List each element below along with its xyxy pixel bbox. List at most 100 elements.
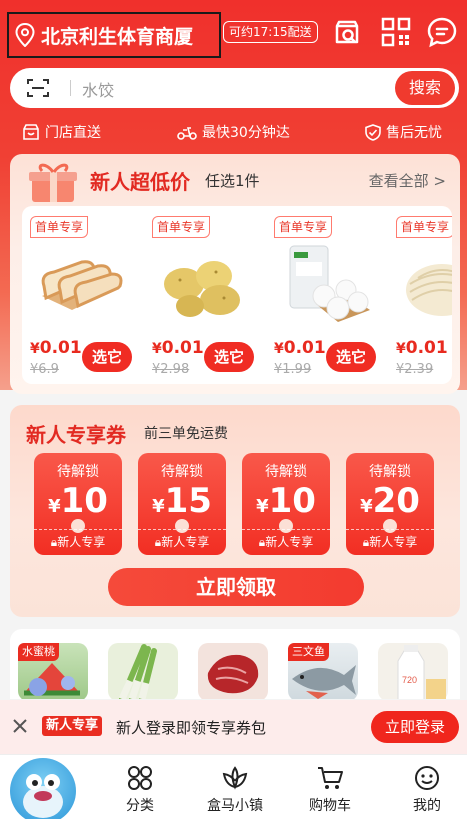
location-selector[interactable]: 北京利生体育商厦 bbox=[7, 12, 221, 58]
coupon-currency: ¥ bbox=[48, 496, 61, 517]
price-value: 0.01 bbox=[405, 338, 448, 358]
beef-image bbox=[207, 654, 259, 694]
gift-box-icon bbox=[29, 163, 77, 202]
first-order-tag: 首单专享 bbox=[274, 216, 333, 238]
category-item-scallions[interactable] bbox=[108, 643, 178, 699]
first-order-tag: 首单专享 bbox=[152, 216, 211, 238]
noodles-image bbox=[406, 264, 452, 316]
price-currency: ¥ bbox=[274, 341, 284, 357]
milk-image: 720 bbox=[397, 645, 446, 699]
coupon-card[interactable]: 待解锁 ¥20 🔒︎新人专享 bbox=[346, 453, 434, 555]
potatoes-image bbox=[164, 261, 240, 317]
coupons-subtitle: 前三单免运费 bbox=[144, 426, 228, 442]
tab-label: 我的 bbox=[413, 798, 441, 814]
tab-label: 购物车 bbox=[309, 798, 351, 814]
login-button[interactable]: 立即登录 bbox=[371, 711, 459, 743]
newbie-deals-subtitle: 任选1件 bbox=[205, 172, 260, 190]
price-currency: ¥ bbox=[152, 341, 162, 357]
tab-home-mascot[interactable] bbox=[10, 758, 76, 819]
coupon-card[interactable]: 待解锁 ¥15 🔒︎新人专享 bbox=[138, 453, 226, 555]
category-item-peach[interactable]: 水蜜桃 bbox=[18, 643, 88, 699]
coupon-label: 🔒︎新人专享 bbox=[34, 529, 122, 555]
pick-button[interactable]: 选它 bbox=[82, 342, 132, 372]
location-pin-icon bbox=[15, 23, 35, 47]
newbie-deals-card: 新人超低价 任选1件 查看全部 > 首单专享 ¥0.01 ¥6.9 选它 首单专… bbox=[10, 154, 460, 394]
coupon-label-text: 新人专享 bbox=[161, 535, 210, 549]
original-price: ¥2.39 bbox=[396, 362, 434, 377]
service-icon[interactable] bbox=[331, 16, 363, 48]
price-value: 0.01 bbox=[161, 338, 204, 358]
qr-scan-icon[interactable] bbox=[380, 16, 412, 48]
product-list: 首单专享 ¥0.01 ¥6.9 选它 首单专享 ¥0.01 ¥2.98 选它 首… bbox=[22, 206, 452, 384]
newbie-coupons-card: 新人专享券 前三单免运费 待解锁 ¥10 🔒︎新人专享 待解锁 ¥15 🔒︎新人… bbox=[10, 405, 460, 617]
tab-label: 分类 bbox=[126, 798, 154, 814]
product-card[interactable]: 首单专享 ¥0.01 ¥2.39 bbox=[388, 214, 452, 384]
coupon-status: 待解锁 bbox=[57, 464, 99, 480]
category-item-beef[interactable] bbox=[198, 643, 268, 699]
face-icon bbox=[415, 766, 439, 790]
view-all-link[interactable]: 查看全部 > bbox=[369, 170, 446, 191]
category-item-milk[interactable]: 720 bbox=[378, 643, 448, 699]
first-order-tag: 首单专享 bbox=[396, 216, 452, 238]
category-item-salmon[interactable]: 三文鱼 bbox=[288, 643, 358, 699]
claim-coupons-button[interactable]: 立即领取 bbox=[108, 568, 364, 606]
shield-check-icon bbox=[365, 123, 381, 141]
pick-button[interactable]: 选它 bbox=[204, 342, 254, 372]
coupon-value: 10 bbox=[268, 481, 316, 521]
product-card[interactable]: 首单专享 ¥0.01 ¥1.99 选它 bbox=[266, 214, 384, 384]
product-card[interactable]: 首单专享 ¥0.01 ¥6.9 选它 bbox=[22, 214, 140, 384]
coupon-currency: ¥ bbox=[256, 496, 269, 517]
product-card[interactable]: 首单专享 ¥0.01 ¥2.98 选它 bbox=[144, 214, 262, 384]
coupon-label-text: 新人专享 bbox=[369, 535, 418, 549]
tab-hema-town[interactable]: 盒马小镇 bbox=[200, 765, 270, 815]
search-placeholder[interactable]: 水饺 bbox=[82, 77, 114, 101]
coupon-value: 20 bbox=[372, 481, 420, 521]
coupon-currency: ¥ bbox=[360, 496, 373, 517]
coupon-value: 10 bbox=[60, 481, 108, 521]
close-icon[interactable] bbox=[10, 716, 30, 736]
category-icon bbox=[128, 766, 152, 790]
price-value: 0.01 bbox=[39, 338, 82, 358]
guarantee-label: 售后无忧 bbox=[386, 125, 442, 141]
coupon-status: 待解锁 bbox=[369, 464, 411, 480]
mascot-avatar-icon bbox=[23, 774, 63, 818]
tab-label: 盒马小镇 bbox=[207, 798, 263, 814]
tab-mine[interactable]: 我的 bbox=[392, 765, 462, 815]
coupon-currency: ¥ bbox=[152, 496, 165, 517]
coupon-value: 15 bbox=[164, 481, 212, 521]
store-icon bbox=[23, 124, 39, 140]
scan-icon[interactable] bbox=[26, 77, 50, 99]
product-price: ¥0.01 bbox=[396, 338, 448, 358]
message-icon[interactable] bbox=[426, 16, 458, 48]
cart-icon bbox=[318, 767, 343, 789]
first-order-tag: 首单专享 bbox=[30, 216, 89, 238]
guarantee-after-sale: 售后无忧 bbox=[365, 122, 442, 142]
category-strip: 水蜜桃 三文鱼 720 bbox=[10, 629, 460, 699]
banner-tag: 新人专享 bbox=[42, 716, 103, 736]
search-button[interactable]: 搜索 bbox=[395, 71, 455, 105]
coupon-label-text: 新人专享 bbox=[57, 535, 106, 549]
guarantee-fast-delivery: 最快30分钟达 bbox=[177, 122, 290, 142]
guarantee-store-direct: 门店直送 bbox=[22, 122, 101, 142]
original-price: ¥6.9 bbox=[30, 362, 59, 377]
price-currency: ¥ bbox=[396, 341, 406, 357]
guarantee-label: 最快30分钟达 bbox=[202, 125, 290, 141]
pick-button[interactable]: 选它 bbox=[326, 342, 376, 372]
category-tag: 水蜜桃 bbox=[18, 643, 59, 661]
coupon-status: 待解锁 bbox=[265, 464, 307, 480]
coupon-label: 🔒︎新人专享 bbox=[346, 529, 434, 555]
coupon-label-text: 新人专享 bbox=[265, 535, 314, 549]
original-price: ¥2.98 bbox=[152, 362, 190, 377]
price-value: 0.01 bbox=[283, 338, 326, 358]
steamed-buns-image bbox=[289, 245, 370, 322]
search-bar[interactable]: 水饺 搜索 bbox=[10, 68, 459, 108]
coupon-card[interactable]: 待解锁 ¥10 🔒︎新人专享 bbox=[242, 453, 330, 555]
product-price: ¥0.01 bbox=[152, 338, 204, 358]
search-divider bbox=[70, 80, 71, 96]
coupon-card[interactable]: 待解锁 ¥10 🔒︎新人专享 bbox=[34, 453, 122, 555]
guarantee-label: 门店直送 bbox=[45, 125, 101, 141]
tab-category[interactable]: 分类 bbox=[105, 765, 175, 815]
coupon-status: 待解锁 bbox=[161, 464, 203, 480]
tab-cart[interactable]: 购物车 bbox=[295, 765, 365, 815]
scallions-image bbox=[118, 644, 157, 699]
